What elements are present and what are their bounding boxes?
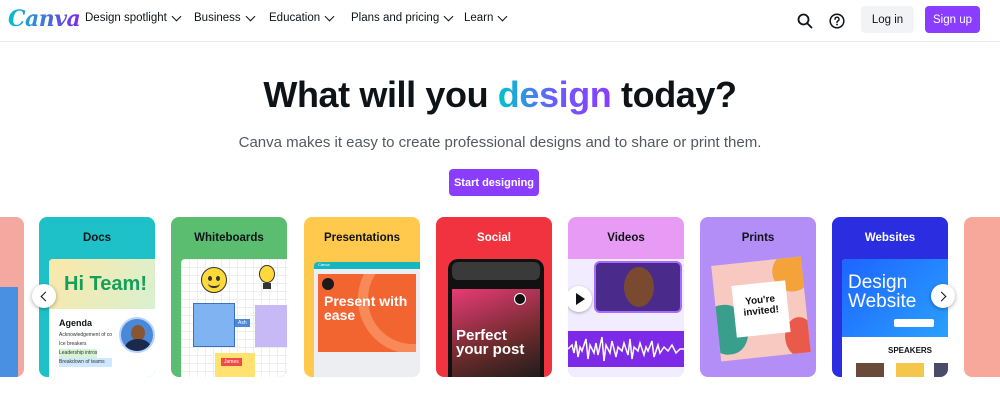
web-text: Design Website bbox=[848, 273, 917, 312]
docs-agenda: Agenda bbox=[59, 318, 93, 328]
docs-item: Acknowledgement of co bbox=[59, 332, 113, 338]
carousel-next-arrow-icon[interactable] bbox=[931, 284, 955, 308]
card-whiteboards[interactable]: Whiteboards Ash James bbox=[171, 217, 287, 377]
presentation-preview: Canva Present with ease bbox=[314, 262, 420, 377]
menu-education[interactable]: Education bbox=[269, 11, 335, 24]
sticky-note bbox=[193, 303, 235, 347]
chevron-down-icon bbox=[497, 11, 508, 21]
play-icon bbox=[568, 286, 592, 312]
card-title: Websites bbox=[864, 232, 916, 244]
prints-text: You're invited! bbox=[743, 293, 780, 319]
menu-learn[interactable]: Learn bbox=[464, 11, 508, 24]
emoji-icon bbox=[201, 267, 227, 293]
search-icon[interactable] bbox=[792, 8, 818, 34]
menu-label: Learn bbox=[464, 12, 494, 24]
signup-button[interactable]: Sign up bbox=[925, 6, 980, 33]
audio-waveform bbox=[568, 336, 684, 362]
lightbulb-icon bbox=[259, 265, 279, 293]
website-preview: Design Website SPEAKERS bbox=[842, 259, 948, 377]
docs-item: Leadership intros bbox=[59, 349, 98, 358]
card-title: Docs bbox=[82, 232, 112, 244]
headline-pre: What will you bbox=[263, 74, 489, 115]
docs-heading: Hi Team! bbox=[64, 273, 147, 295]
right-edge-card bbox=[964, 217, 1000, 377]
menu-plans-pricing[interactable]: Plans and pricing bbox=[351, 11, 454, 24]
avatar bbox=[119, 317, 155, 353]
hero-subtitle: Canva makes it easy to create profession… bbox=[238, 134, 762, 151]
tag-james: James bbox=[221, 358, 242, 366]
menu-business[interactable]: Business bbox=[194, 11, 256, 24]
print-preview: You're invited! bbox=[711, 256, 811, 362]
card-prints[interactable]: Prints You're invited! bbox=[700, 217, 816, 377]
docs-preview: Hi Team! Agenda Acknowledgement of co Ic… bbox=[49, 259, 155, 377]
web-speakers: SPEAKERS bbox=[888, 346, 933, 355]
card-title: Videos bbox=[607, 232, 645, 244]
card-docs[interactable]: Docs Hi Team! Agenda Acknowledgement of … bbox=[39, 217, 155, 377]
menu-label: Education bbox=[269, 12, 321, 24]
card-title: Presentations bbox=[323, 232, 401, 244]
card-title: Prints bbox=[741, 232, 775, 244]
menu-label: Plans and pricing bbox=[351, 12, 440, 24]
card-presentations[interactable]: Presentations Canva Present with ease bbox=[304, 217, 420, 377]
video-preview bbox=[568, 259, 684, 377]
docs-item: Ice breakers bbox=[59, 341, 87, 347]
pres-badge-icon bbox=[322, 278, 334, 290]
social-badge-icon bbox=[514, 293, 526, 305]
top-nav: Canva Design spotlight Business Educatio… bbox=[0, 0, 1000, 42]
chevron-down-icon bbox=[324, 11, 335, 21]
login-button[interactable]: Log in bbox=[861, 6, 914, 33]
menu-label: Design spotlight bbox=[85, 12, 167, 24]
social-text: Perfect your post bbox=[456, 327, 525, 358]
headline-post: today? bbox=[621, 74, 737, 115]
card-social[interactable]: Social Perfect your post bbox=[436, 217, 552, 377]
menu-label: Business bbox=[194, 12, 241, 24]
chevron-down-icon bbox=[171, 11, 182, 21]
headline-accent: design bbox=[497, 74, 612, 115]
hero-headline: What will you design today? bbox=[0, 74, 1000, 116]
docs-item: Breakdown of teams bbox=[59, 358, 113, 367]
whiteboard-preview: Ash James bbox=[181, 259, 287, 377]
canva-logo[interactable]: Canva bbox=[8, 6, 81, 32]
help-icon[interactable] bbox=[824, 8, 850, 34]
card-title: Social bbox=[477, 232, 511, 244]
chevron-down-icon bbox=[245, 11, 256, 21]
pres-brand: Canva bbox=[318, 262, 330, 267]
left-edge-card bbox=[0, 217, 24, 377]
chevron-down-icon bbox=[443, 11, 454, 21]
card-videos[interactable]: Videos bbox=[568, 217, 684, 377]
phone-preview: Perfect your post bbox=[448, 259, 544, 377]
pres-text: Present with ease bbox=[324, 293, 408, 323]
menu-design-spotlight[interactable]: Design spotlight bbox=[85, 11, 182, 24]
tag-ash: Ash bbox=[235, 319, 250, 327]
carousel-prev-arrow-icon[interactable] bbox=[32, 284, 56, 308]
card-title: Whiteboards bbox=[194, 232, 264, 244]
start-designing-button[interactable]: Start designing bbox=[449, 169, 539, 196]
sticky-note bbox=[255, 305, 287, 347]
